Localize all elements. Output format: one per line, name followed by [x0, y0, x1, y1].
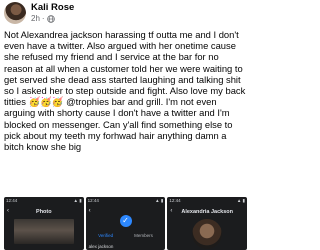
tab-verified: Verified [98, 233, 114, 238]
globe-icon [46, 14, 55, 23]
meta-separator: · [41, 14, 45, 23]
status-bar: 12:44 ▲ ▮ [6, 198, 82, 204]
screenshot-1[interactable]: 12:44 ▲ ▮ ‹ Photo [4, 197, 84, 250]
status-bar: 12:44 ▲ ▮ [88, 198, 164, 204]
screenshot-tabs: Verified Members [88, 233, 164, 238]
screenshot-title: Photo [36, 209, 52, 215]
back-arrow-icon: ‹ [88, 208, 91, 214]
status-time: 12:44 [6, 198, 18, 203]
facebook-post: Kali Rose 2h · Not Alexandrea jackson ha… [0, 0, 250, 250]
screenshot-3[interactable]: 12:44 ▲ ▮ ‹ Alexandria Jackson [167, 197, 248, 250]
post-meta: 2h · [31, 14, 55, 23]
screenshot-photo [14, 219, 74, 244]
tab-members: Members [134, 233, 153, 238]
status-time: 12:44 [87, 198, 99, 203]
profile-photo [192, 219, 223, 249]
status-icons: ▲ ▮ [236, 198, 246, 203]
status-bar: 12:44 ▲ ▮ [169, 198, 245, 204]
attached-screenshots[interactable]: 12:44 ▲ ▮ ‹ Photo 12:44 ▲ ▮ ‹ ✓ Verified… [4, 197, 248, 250]
author-name[interactable]: Kali Rose [31, 2, 74, 13]
screenshot-title: Alexandria Jackson [181, 209, 234, 215]
status-icons: ▲ ▮ [73, 198, 82, 203]
screenshot-caption: alex jackson [88, 244, 114, 249]
screenshot-2[interactable]: 12:44 ▲ ▮ ‹ ✓ Verified Members alex jack… [85, 197, 166, 250]
status-icons: ▲ ▮ [155, 198, 164, 203]
status-time: 12:44 [169, 198, 181, 203]
author-avatar[interactable] [4, 2, 26, 24]
check-icon: ✓ [119, 215, 132, 227]
post-time[interactable]: 2h [31, 14, 40, 23]
post-text: Not Alexandrea jackson harassing tf outt… [4, 29, 246, 153]
